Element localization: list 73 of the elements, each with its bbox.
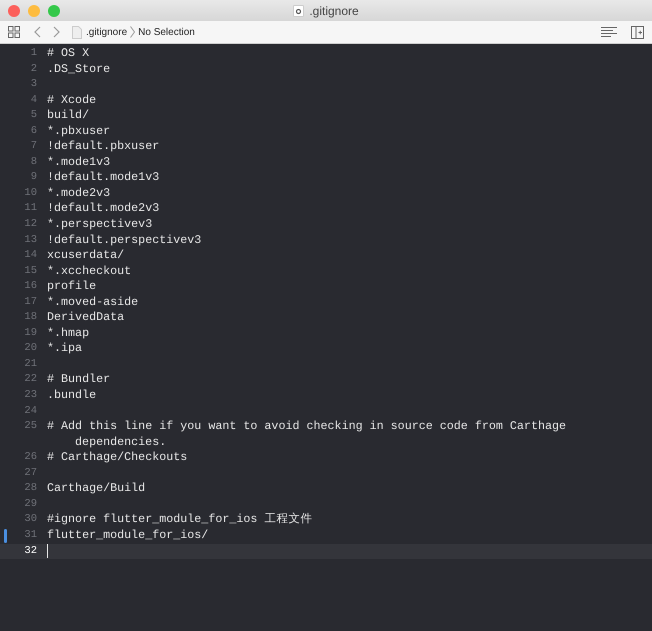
code-line: build/ [47, 108, 90, 124]
window-title: .gitignore [309, 4, 359, 18]
line-number: 23 [24, 388, 37, 404]
line-number: 16 [24, 279, 37, 294]
line-number: 22 [24, 372, 37, 388]
line-number: 12 [24, 217, 37, 232]
line-number: 19 [24, 326, 37, 341]
code-line: !default.mode1v3 [47, 170, 160, 186]
line-number: 18 [24, 310, 37, 326]
document-icon [293, 4, 304, 16]
code-line: *.perspectivev3 [47, 217, 152, 233]
code-line: Carthage/Build [47, 481, 146, 497]
chevron-icon [130, 26, 136, 38]
grid-icon[interactable] [8, 26, 20, 38]
code-line: profile [47, 279, 96, 295]
code-line: .DS_Store [47, 62, 110, 78]
line-number: 5 [30, 108, 37, 124]
line-number: 20 [24, 341, 37, 356]
code-line: *.moved-aside [47, 294, 138, 310]
code-line: # Bundler [47, 372, 112, 388]
code-line: # Carthage/Checkouts [47, 450, 188, 466]
code-line: !default.perspectivev3 [47, 232, 202, 248]
line-number: 2 [30, 62, 37, 77]
line-number: 31 [24, 528, 37, 543]
back-icon[interactable] [34, 26, 41, 38]
text-cursor [47, 544, 48, 558]
line-number: 15 [24, 264, 37, 279]
zoom-button[interactable] [48, 4, 60, 16]
line-number: 17 [24, 294, 37, 310]
line-number: 24 [24, 404, 37, 419]
minimize-button[interactable] [28, 4, 40, 16]
breadcrumb-file[interactable]: .gitignore [86, 26, 128, 38]
line-number: 27 [24, 466, 37, 481]
line-number: 14 [24, 248, 37, 264]
line-number: 8 [30, 154, 37, 170]
code-line: *.mode1v3 [47, 154, 110, 170]
code-line: *.hmap [47, 326, 90, 342]
file-icon [72, 26, 82, 38]
code-line: flutter_module_for_ios/ [47, 528, 208, 544]
code-line: *.ipa [47, 341, 82, 357]
breadcrumb-selection[interactable]: No Selection [138, 26, 195, 38]
code-line: !default.mode2v3 [47, 201, 160, 218]
forward-icon[interactable] [53, 26, 60, 38]
code-line: DerivedData [47, 310, 124, 326]
code-line: .bundle [47, 388, 96, 404]
code-line: # Add this line if you want to avoid checking in source code from Carthage dependencies. [47, 419, 568, 450]
split-view-icon[interactable] [631, 26, 644, 38]
lines-icon[interactable] [601, 26, 617, 38]
line-number: 7 [30, 139, 37, 154]
line-number: 30 [24, 512, 37, 528]
line-number: 28 [24, 481, 37, 496]
code-line: *.mode2v3 [47, 186, 110, 202]
close-button[interactable] [8, 4, 20, 16]
code-line: # OS X [47, 46, 90, 62]
line-number: 26 [24, 450, 37, 466]
line-number: 4 [30, 92, 37, 108]
line-number: 9 [30, 170, 37, 186]
code-line: *.xccheckout [47, 264, 132, 280]
code-line: #ignore flutter_module_for_ios 工程文件 [47, 512, 312, 528]
line-number: 1 [30, 46, 37, 61]
line-number: 3 [30, 77, 37, 92]
line-number: 25 [24, 419, 37, 434]
line-number: 6 [30, 124, 37, 139]
line-number: 21 [24, 356, 37, 372]
code-line: !default.pbxuser [47, 139, 160, 155]
line-number: 32 [24, 544, 37, 558]
line-number: 11 [24, 201, 37, 216]
line-number: 10 [24, 186, 37, 201]
code-line: *.pbxuser [47, 124, 110, 140]
line-number: 29 [24, 496, 37, 512]
code-line: # Xcode [47, 92, 98, 108]
code-line: xcuserdata/ [47, 248, 124, 264]
line-number: 13 [24, 232, 37, 248]
